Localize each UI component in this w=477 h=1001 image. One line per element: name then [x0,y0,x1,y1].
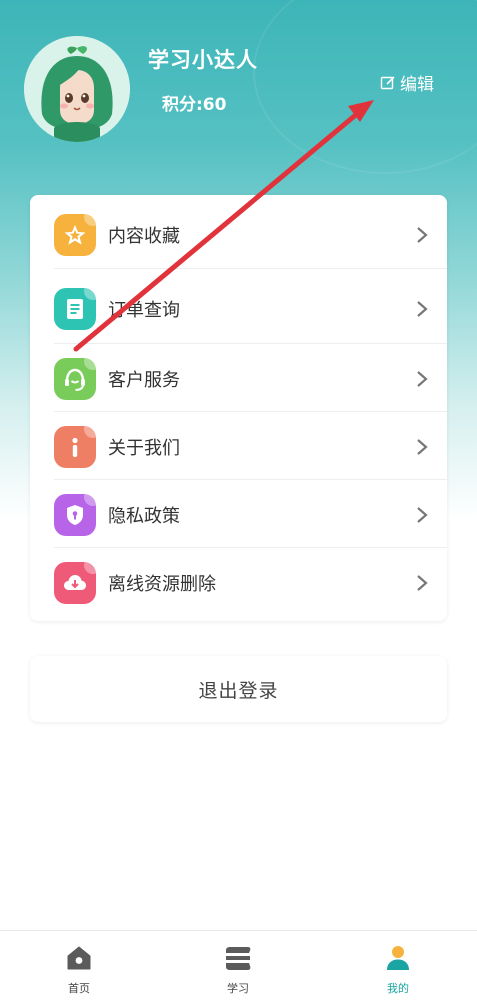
menu-item-label: 内容收藏 [108,226,180,247]
divider [54,547,447,548]
tab-home[interactable]: 首页 [29,931,129,1001]
edit-profile-button[interactable]: 编辑 [380,70,434,95]
tab-label: 我的 [387,982,409,995]
cloud-download-icon [54,562,96,604]
menu-item-about-us[interactable]: 关于我们 [30,413,447,481]
tab-mine[interactable]: 我的 [348,931,448,1001]
menu-item-label: 关于我们 [108,438,180,459]
menu-item-label: 隐私政策 [108,506,180,527]
bottom-tab-bar: 首页 学习 我的 [0,930,477,1001]
divider [54,343,447,344]
tab-label: 学习 [227,982,249,995]
menu-item-label: 客户服务 [108,370,180,391]
stack-icon [226,947,251,970]
headset-icon [54,358,96,400]
chevron-right-icon [417,439,428,455]
avatar-character-icon [24,36,130,142]
chevron-right-icon [417,301,428,317]
menu-item-favorites[interactable]: 内容收藏 [30,201,447,269]
edit-label: 编辑 [400,75,434,95]
shield-icon [54,494,96,536]
edit-icon [380,75,395,89]
divider [54,479,447,480]
menu-item-delete-offline-resources[interactable]: 离线资源删除 [30,549,447,617]
person-icon [387,946,409,970]
tab-label: 首页 [68,982,90,995]
menu-item-label: 订单查询 [108,300,180,321]
tab-study[interactable]: 学习 [188,931,288,1001]
chevron-right-icon [417,507,428,523]
menu-card: 内容收藏 订单查询 客户服务 关于我们 隐私政策 离线资源删除 [30,195,447,621]
avatar[interactable] [24,36,130,142]
username: 学习小达人 [148,48,258,72]
menu-item-customer-service[interactable]: 客户服务 [30,345,447,413]
logout-button[interactable]: 退出登录 [30,656,447,722]
home-icon [67,946,91,970]
divider [54,411,447,412]
chevron-right-icon [417,371,428,387]
menu-item-label: 离线资源删除 [108,574,216,595]
menu-item-orders[interactable]: 订单查询 [30,275,447,343]
star-icon [54,214,96,256]
points-label: 积分:60 [162,95,227,115]
chevron-right-icon [417,575,428,591]
document-icon [54,288,96,330]
chevron-right-icon [417,227,428,243]
menu-item-privacy-policy[interactable]: 隐私政策 [30,481,447,549]
divider [54,268,447,269]
info-icon [54,426,96,468]
